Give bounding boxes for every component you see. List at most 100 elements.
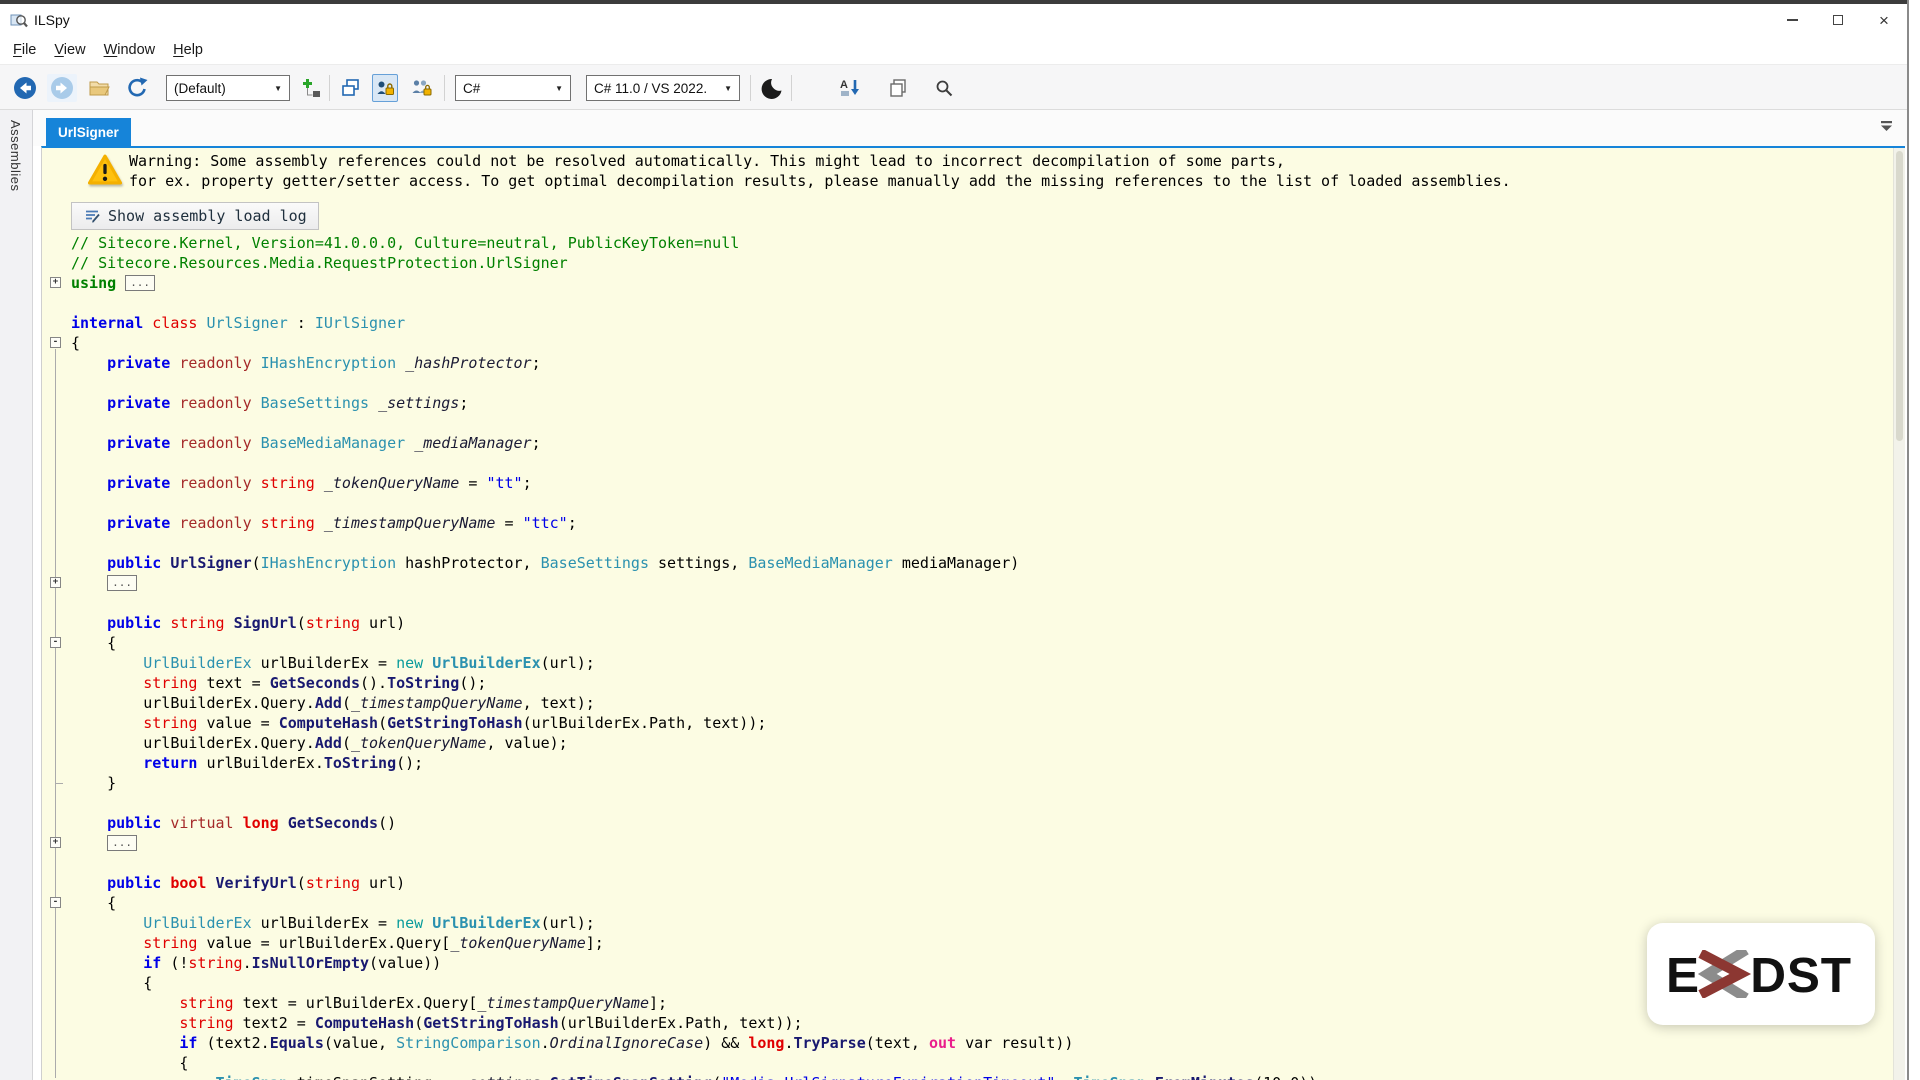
chevron-down-icon: ▼ — [274, 84, 282, 93]
language-dropdown[interactable]: C# ▼ — [455, 75, 571, 101]
language-version-value: C# 11.0 / VS 2022. — [594, 81, 716, 96]
theme-toggle-button[interactable] — [757, 74, 785, 102]
ilspy-app-icon — [10, 12, 28, 28]
fold-marker[interactable]: - — [50, 337, 61, 348]
code-line: if (text2.Equals(value, StringComparison… — [71, 1033, 1073, 1053]
moon-icon — [760, 77, 782, 99]
menu-file[interactable]: File — [4, 38, 45, 62]
code-line: { — [71, 1053, 188, 1073]
tab-list-button[interactable] — [1880, 119, 1893, 137]
exdst-logo: E DST — [1666, 950, 1856, 998]
tab-urlsigner[interactable]: UrlSigner — [46, 118, 131, 146]
assembly-list-dropdown[interactable]: (Default) ▼ — [166, 75, 290, 101]
fold-marker[interactable]: - — [50, 897, 61, 908]
menu-help[interactable]: Help — [164, 38, 212, 62]
api-lock-icon — [375, 78, 395, 98]
code-line: // Sitecore.Resources.Media.RequestProte… — [71, 253, 568, 273]
collapsed-region-box[interactable]: ... — [125, 275, 155, 291]
fold-end-tick — [55, 783, 63, 784]
code-line: public string SignUrl(string url) — [71, 613, 405, 633]
code-line: private readonly string _tokenQueryName … — [71, 473, 532, 493]
window-title: ILSpy — [34, 12, 70, 28]
refresh-icon — [125, 76, 149, 100]
menu-bar: FileViewWindowHelp — [0, 36, 1907, 64]
menu-window[interactable]: Window — [95, 38, 165, 62]
minimize-icon — [1787, 19, 1798, 21]
close-button[interactable]: × — [1861, 4, 1907, 36]
ilspy-window: ILSpy × FileViewWindowHelp (Default) ▼ — [0, 0, 1909, 1080]
code-line: { — [71, 893, 116, 913]
code-line: string text2 = ComputeHash(GetStringToHa… — [71, 1013, 803, 1033]
back-icon — [12, 75, 38, 101]
tab-label: UrlSigner — [58, 125, 119, 140]
code-line: UrlBuilderEx urlBuilderEx = new UrlBuild… — [71, 913, 595, 933]
code-line: string value = ComputeHash(GetStringToHa… — [71, 713, 766, 733]
sort-assemblies-button[interactable]: A — [836, 74, 864, 102]
tab-list-icon — [1880, 121, 1893, 132]
maximize-icon — [1833, 15, 1843, 25]
code-line: internal class UrlSigner : IUrlSigner — [71, 313, 405, 333]
document-area: UrlSigner Warning: Some assembly referen… — [33, 110, 1907, 1080]
code-line: { — [71, 633, 116, 653]
search-icon — [934, 78, 954, 98]
show-internal-api-toggle[interactable] — [372, 74, 398, 102]
chevron-down-icon: ▼ — [724, 84, 732, 93]
code-line: string text = GetSeconds().ToString(); — [71, 673, 486, 693]
back-button[interactable] — [10, 74, 40, 102]
collapsed-region-box[interactable]: ... — [107, 575, 137, 591]
code-line: private readonly BaseMediaManager _media… — [71, 433, 541, 453]
scrollbar-thumb[interactable] — [1896, 151, 1903, 441]
collapse-tree-button[interactable] — [299, 74, 325, 102]
menu-view[interactable]: View — [45, 38, 94, 62]
windows-icon — [340, 77, 362, 99]
collapsed-region-box[interactable]: ... — [107, 835, 137, 851]
fold-marker[interactable]: + — [50, 277, 61, 288]
tree-add-icon — [301, 77, 323, 99]
code-line: { — [71, 333, 80, 353]
warning-text-line1: Warning: Some assembly references could … — [129, 151, 1285, 171]
load-log-icon — [83, 208, 101, 224]
fold-marker[interactable]: + — [50, 837, 61, 848]
toolbar-separator — [791, 75, 792, 101]
open-file-button[interactable] — [85, 74, 115, 102]
show-all-windows-button[interactable] — [337, 74, 365, 102]
fold-marker[interactable]: - — [50, 637, 61, 648]
code-line: ... — [71, 573, 137, 593]
toolbar-separator — [444, 75, 445, 101]
fold-marker[interactable]: + — [50, 577, 61, 588]
open-folder-icon — [88, 78, 112, 98]
assemblies-panel-label: Assemblies — [8, 120, 23, 191]
fold-guide-line — [55, 649, 56, 783]
forward-button[interactable] — [47, 74, 77, 102]
code-line: private readonly IHashEncryption _hashPr… — [71, 353, 541, 373]
member-visibility-button[interactable] — [408, 74, 436, 102]
vertical-scrollbar[interactable] — [1893, 148, 1905, 1080]
assembly-list-value: (Default) — [174, 81, 266, 96]
code-line: urlBuilderEx.Query.Add(_timestampQueryNa… — [71, 693, 595, 713]
code-line: { — [71, 973, 152, 993]
search-button[interactable] — [930, 74, 958, 102]
code-line: using ... — [71, 273, 155, 293]
svg-text:A: A — [840, 79, 848, 91]
toolbar-separator — [750, 75, 751, 101]
code-line: TimeSpan timeSpanSetting = _settings.Get… — [71, 1073, 1326, 1080]
code-line: string value = urlBuilderEx.Query[_token… — [71, 933, 604, 953]
show-assembly-load-log-button[interactable]: Show assembly load log — [71, 202, 319, 230]
code-line: ... — [71, 833, 137, 853]
exdst-watermark: E DST — [1647, 923, 1875, 1025]
refresh-button[interactable] — [122, 74, 152, 102]
code-line: private readonly BaseSettings _settings; — [71, 393, 468, 413]
warning-text-line2: for ex. property getter/setter access. T… — [129, 171, 1511, 191]
fold-guide-line — [55, 909, 56, 1078]
sort-az-icon: A — [839, 77, 861, 99]
maximize-button[interactable] — [1815, 4, 1861, 36]
language-version-dropdown[interactable]: C# 11.0 / VS 2022. ▼ — [586, 75, 740, 101]
copy-button[interactable] — [884, 74, 912, 102]
tab-strip: UrlSigner — [33, 110, 1907, 146]
decompiled-code-panel: Warning: Some assembly references could … — [41, 146, 1905, 1080]
toolbar: (Default) ▼ C# ▼ C# 11.0 / VS 2022. ▼ — [0, 64, 1907, 110]
forward-icon — [49, 75, 75, 101]
assemblies-panel-tab[interactable]: Assemblies — [0, 110, 33, 1080]
minimize-button[interactable] — [1769, 4, 1815, 36]
logo-text-e: E — [1666, 950, 1699, 998]
